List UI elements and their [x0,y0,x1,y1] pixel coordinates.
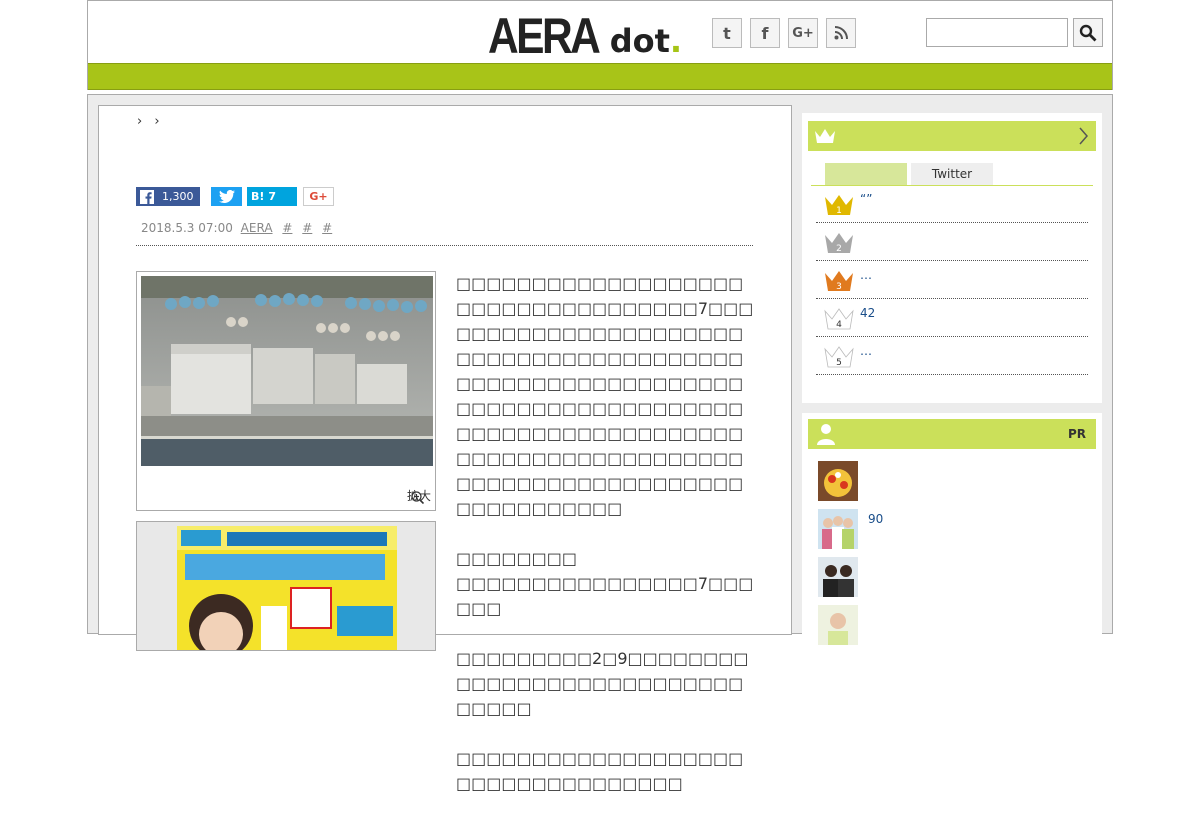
google-plus-icon[interactable]: G+ [788,18,818,48]
tag-link[interactable]: # [302,221,312,235]
ranking-item[interactable]: 2 [816,223,1088,261]
svg-text:3: 3 [836,282,842,292]
person-icon [817,424,835,445]
pr-thumbnail[interactable] [818,461,858,501]
pr-label: PR [1067,427,1086,441]
article-paragraph: □□□□□□□□ □□□□□□□□□□□□□□□□7□□□□□□ [456,549,754,618]
svg-text:5: 5 [836,358,842,368]
site-logo[interactable]: AERA dot. [488,7,682,61]
search-button[interactable] [1073,18,1103,47]
ranking-item[interactable]: 5 … [816,337,1088,375]
pr-header: PR [808,419,1096,449]
svg-text:4: 4 [836,320,842,330]
chevron-right-icon [1078,127,1088,150]
food-thumbnail-image [818,461,858,501]
zoom-in-icon [411,491,424,504]
breadcrumb-separator: › [137,114,143,129]
ranking-item[interactable]: 3 … [816,261,1088,299]
nav-bar [88,63,1112,90]
logo-dot-text: dot. [609,22,683,60]
svg-text:1: 1 [836,206,842,216]
article-paragraph: □□□□□□□□□2□9□□□□□□□□□□□□□□□□□□□□□□□□□□□□… [456,649,749,718]
breadcrumb: › › [137,114,168,129]
article-paragraph: □□□□□□□□□□□□□□□□□□□□□□□□□□□□□□□□□□□7□□□□… [456,274,754,518]
tag-link[interactable]: # [322,221,332,235]
ranking-item-title: “” [860,192,873,206]
tweet-button[interactable] [211,187,242,206]
article-paragraph: □□□□□□□□□□□□□□□□□□□□□□□□□□□□□□□□□□ [456,749,744,793]
hatena-count: 7 [268,190,277,203]
nuclear-plant-aerial-image [141,276,433,466]
crown-icon [815,129,835,143]
tag-link[interactable]: # [282,221,292,235]
pr-thumbnail[interactable] [818,605,858,645]
facebook-share-count: 1,300 [162,190,194,203]
site-header: AERA dot. t f G+ [87,0,1113,90]
facebook-icon [140,189,154,204]
rss-icon[interactable] [826,18,856,48]
search-icon [1079,24,1097,41]
logo-aera-text: AERA [488,8,601,64]
article-panel: › › 1,300 B! 7 G+ 2018.5.3 07:00 AERA # … [98,105,792,793]
tab-ranking-access[interactable] [825,163,907,185]
women-thumbnail-image [818,557,858,597]
facebook-share-button[interactable]: 1,300 [136,187,200,206]
pr-panel: PR 90 [802,413,1102,645]
facebook-icon[interactable]: f [750,18,780,48]
breadcrumb-separator: › [154,114,160,129]
ranking-item[interactable]: 1 “” [816,185,1088,223]
article-date: 2018.5.3 07:00 [141,221,233,235]
twitter-icon[interactable]: t [712,18,742,48]
people-thumbnail-image [818,509,858,549]
ranking-item[interactable]: 4 42 [816,299,1088,337]
meta-divider [136,245,753,246]
twitter-bird-icon [218,190,235,203]
hatena-bookmark-button[interactable]: B! 7 [247,187,297,206]
crown-silver-icon: 2 [825,233,853,254]
ranking-item-title: … [860,268,872,282]
ranking-item-title: 42 [860,306,876,320]
article-photo[interactable]: 拡大 [136,271,436,511]
person-thumbnail-image [818,605,858,645]
pr-thumbnail[interactable] [818,509,858,549]
crown-gold-icon: 1 [825,195,853,216]
crown-white-icon: 4 [824,308,854,330]
crown-white-icon: 5 [824,346,854,368]
zoom-button[interactable]: 拡大 [407,487,431,504]
article-body: □□□□□□□□□□□□□□□□□□□□□□□□□□□□□□□□□□□7□□□□… [456,271,756,821]
ranking-tabs: Twitter [825,163,997,185]
tab-ranking-twitter[interactable]: Twitter [911,163,993,185]
magazine-cover-photo[interactable] [136,521,436,651]
article-meta: 2018.5.3 07:00 AERA # # # [141,221,332,235]
hatena-label: B! [251,190,265,203]
ranking-panel: Twitter 1 “” 2 3 … 4 42 5 … [802,113,1102,403]
article-source-link[interactable]: AERA [241,221,273,235]
crown-bronze-icon: 3 [825,271,853,292]
ranking-item-title: … [860,344,872,358]
ranking-header[interactable] [808,121,1096,151]
search-input[interactable] [926,18,1068,47]
svg-text:2: 2 [836,244,842,254]
junior-aera-cover-image [141,526,433,650]
pr-item-title[interactable]: 90 [868,512,883,526]
pr-thumbnail[interactable] [818,557,858,597]
google-plus-share-button[interactable]: G+ [303,187,334,206]
